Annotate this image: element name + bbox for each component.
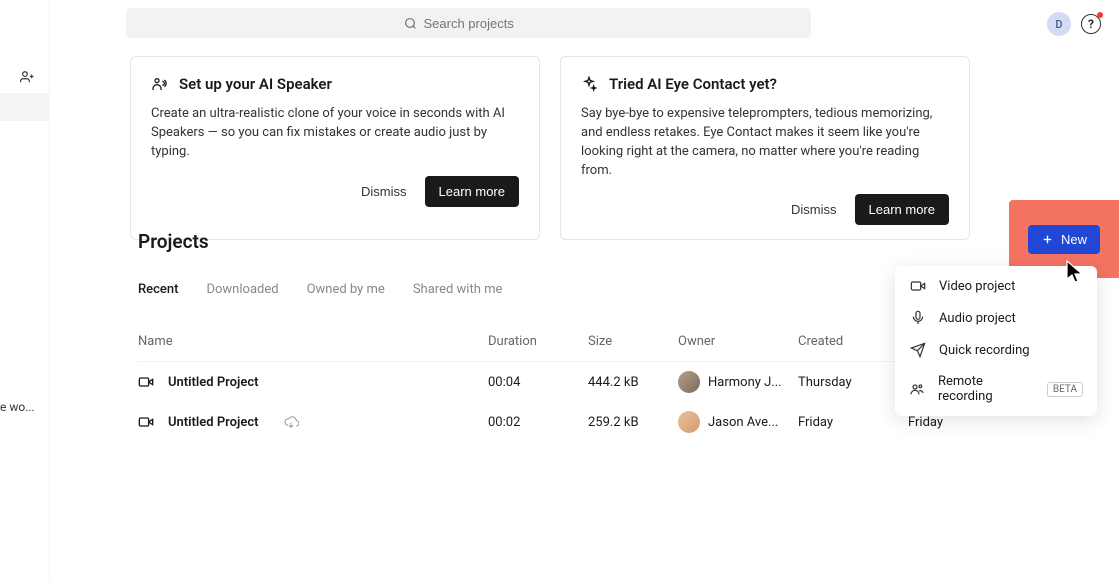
col-header-size[interactable]: Size (588, 334, 678, 349)
tab-recent[interactable]: Recent (138, 282, 178, 297)
cell-created: Thursday (798, 375, 908, 390)
col-header-owner[interactable]: Owner (678, 334, 798, 349)
invite-user-icon[interactable] (20, 70, 34, 84)
search-icon (404, 17, 417, 30)
dropdown-item-label: Quick recording (939, 343, 1030, 358)
promo-card-eye-contact: Tried AI Eye Contact yet? Say bye-bye to… (560, 56, 970, 240)
project-tabs: Recent Downloaded Owned by me Shared wit… (138, 282, 502, 297)
cell-extra: Friday (908, 415, 1028, 430)
tab-shared-with-me[interactable]: Shared with me (413, 282, 503, 297)
help-icon[interactable]: ? (1081, 14, 1101, 34)
mic-icon (909, 310, 927, 326)
search-input[interactable] (424, 16, 534, 31)
col-header-created[interactable]: Created (798, 334, 908, 349)
col-header-duration[interactable]: Duration (488, 334, 588, 349)
new-dropdown: Video project Audio project Quick record… (895, 266, 1097, 416)
cell-owner: Jason Ave... (708, 415, 778, 430)
promo-title: Set up your AI Speaker (179, 75, 332, 93)
video-icon (909, 278, 927, 294)
cell-duration: 00:02 (488, 415, 588, 430)
sidebar: e wo... (0, 0, 50, 582)
cell-size: 259.2 kB (588, 415, 678, 430)
promo-title: Tried AI Eye Contact yet? (609, 75, 777, 93)
sidebar-item-active[interactable] (0, 93, 50, 121)
plus-icon (1041, 233, 1054, 246)
tab-owned-by-me[interactable]: Owned by me (307, 282, 385, 297)
owner-avatar (678, 371, 700, 393)
dropdown-item-quick-recording[interactable]: Quick recording (895, 334, 1097, 366)
owner-avatar (678, 411, 700, 433)
users-icon (909, 381, 926, 397)
project-name: Untitled Project (168, 375, 259, 390)
dropdown-item-audio-project[interactable]: Audio project (895, 302, 1097, 334)
promo-desc: Create an ultra-realistic clone of your … (151, 105, 519, 162)
section-title: Projects (138, 230, 209, 253)
top-right-controls: D ? (1047, 12, 1101, 36)
dropdown-item-label: Video project (939, 279, 1015, 294)
cell-size: 444.2 kB (588, 375, 678, 390)
main: D ? Set up your AI Speaker Create an ult… (50, 0, 1119, 582)
dropdown-item-label: Audio project (939, 311, 1016, 326)
sparkle-icon (581, 76, 597, 92)
dismiss-button[interactable]: Dismiss (791, 202, 837, 217)
beta-badge: BETA (1047, 382, 1083, 397)
cell-owner: Harmony J... (708, 375, 782, 390)
promo-cards: Set up your AI Speaker Create an ultra-r… (130, 56, 970, 240)
cursor-icon (1065, 259, 1085, 285)
new-button-label: New (1061, 232, 1087, 247)
promo-card-ai-speaker: Set up your AI Speaker Create an ultra-r… (130, 56, 540, 240)
cell-duration: 00:04 (488, 375, 588, 390)
new-button[interactable]: New (1028, 225, 1100, 254)
dropdown-item-remote-recording[interactable]: Remote recording BETA (895, 366, 1097, 412)
tab-downloaded[interactable]: Downloaded (206, 282, 278, 297)
cell-created: Friday (798, 415, 908, 430)
video-icon (138, 414, 154, 430)
col-header-name[interactable]: Name (138, 334, 488, 349)
project-name: Untitled Project (168, 415, 259, 430)
learn-more-button[interactable]: Learn more (425, 176, 519, 207)
speaker-icon (151, 76, 167, 92)
learn-more-button[interactable]: Learn more (855, 194, 949, 225)
promo-desc: Say bye-bye to expensive teleprompters, … (581, 105, 949, 180)
user-avatar[interactable]: D (1047, 12, 1071, 36)
send-icon (909, 342, 927, 358)
video-icon (138, 374, 154, 390)
dismiss-button[interactable]: Dismiss (361, 184, 407, 199)
search-bar[interactable] (126, 8, 811, 38)
sidebar-clipped-label: e wo... (0, 400, 40, 414)
dropdown-item-label: Remote recording (938, 374, 1035, 404)
cloud-download-icon[interactable] (283, 414, 299, 430)
